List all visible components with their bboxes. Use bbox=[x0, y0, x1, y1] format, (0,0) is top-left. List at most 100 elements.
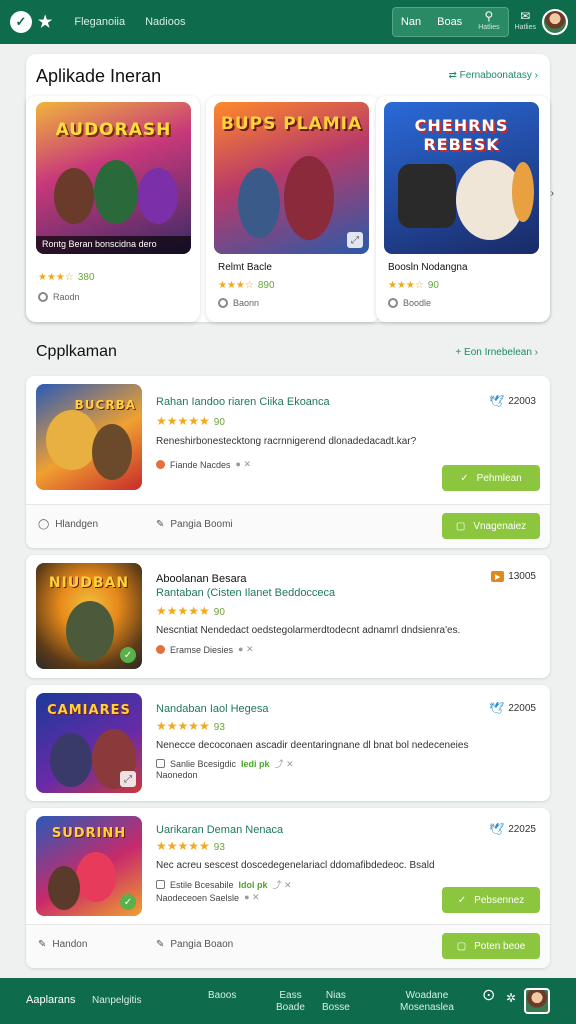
featured-card-image: BUPS PLAMIA ⤢ bbox=[214, 102, 369, 254]
app-thumbnail: BUCRBA bbox=[36, 384, 142, 490]
install-button[interactable]: ✓ Pebsennez bbox=[442, 887, 540, 913]
install-button[interactable]: ✓ Pehmlean bbox=[442, 465, 540, 491]
mail-label: Hatlies bbox=[514, 24, 536, 31]
app-badge: 🕊 22025 bbox=[488, 822, 536, 836]
footer-comment[interactable]: ✎ Handon bbox=[38, 939, 87, 950]
bottom-brand[interactable]: Aaplarans bbox=[26, 994, 76, 1006]
app-meta-2: Naonedon bbox=[156, 770, 198, 780]
app-description: Nec acreu sescest doscedegenelariacl ddo… bbox=[156, 860, 435, 871]
nav-item-1[interactable]: Fleganoiia bbox=[74, 16, 125, 28]
verified-icon: ✓ bbox=[120, 894, 136, 910]
lock-icon[interactable]: ⊙ bbox=[482, 988, 495, 1004]
app-meta-2: Naodeceoen Saelsle ● ✕ bbox=[156, 892, 260, 903]
app-name[interactable]: Rantaban (Cisten Ilanet Beddocceca bbox=[156, 587, 335, 599]
featured-card[interactable]: AUDORASH Rontg Beran bonscidna dero ★★★☆… bbox=[26, 96, 200, 322]
card-footer: ✎ Handon ✎ Pangia Boaon ▢ Poten beoe bbox=[26, 924, 550, 968]
bottom-nav-4-label: Nias bbox=[325, 990, 346, 1001]
bird-icon: 🕊 bbox=[488, 394, 505, 408]
apps-see-all-link[interactable]: + Eon Irnebelean › bbox=[455, 347, 538, 358]
top-button-2[interactable]: Boas bbox=[437, 16, 462, 28]
footer-comment[interactable]: ◯ Hlandgen bbox=[38, 519, 98, 530]
pen-icon: ✎ bbox=[156, 519, 165, 530]
check-icon: ✓ bbox=[460, 472, 469, 484]
app-name[interactable]: Rahan Iandoo riaren Ciika Ekoanca bbox=[156, 396, 330, 408]
top-right-controls: Nan Boas ⚲ Hatlies ✉ Hatlies bbox=[391, 7, 568, 37]
avatar[interactable] bbox=[524, 988, 550, 1014]
featured-card[interactable]: BUPS PLAMIA ⤢ Relmt Bacle ★★★☆ 890 Baonn bbox=[206, 96, 380, 322]
featured-title: Aplikade Ineran bbox=[36, 66, 162, 86]
top-bar: ✓ ★ Fleganoiia Nadioos Nan Boas ⚲ Hatlies… bbox=[0, 0, 576, 44]
check-icon: ✓ bbox=[457, 894, 467, 906]
app-card[interactable]: CAMIARES ⤢ Nandaban Iaol Hegesa ★★★★★ 93 … bbox=[26, 685, 550, 801]
footer-action-button[interactable]: ▢ Poten beoe bbox=[442, 933, 540, 959]
bottom-bar: Aaplarans Nanpelgitis Baoos Eass Boade Ni… bbox=[0, 978, 576, 1024]
developer-icon bbox=[156, 645, 165, 654]
app-thumbnail: NIUDBAN ✓ bbox=[36, 563, 142, 669]
app-meta: Estile Bcesabile Idol pk ⤴ ✕ bbox=[156, 878, 292, 891]
app-card[interactable]: NIUDBAN ✓ Aboolanan Besara Rantaban (Cis… bbox=[26, 555, 550, 678]
app-badge: 🕊 22003 bbox=[488, 394, 536, 408]
bottom-nav-4[interactable]: Nias Bosse bbox=[322, 990, 350, 1014]
app-name[interactable]: Uarikaran Deman Nenaca bbox=[156, 824, 283, 836]
clock-icon bbox=[38, 292, 48, 302]
app-thumbnail: SUDRINH ✓ bbox=[36, 816, 142, 916]
top-button-group: Nan Boas ⚲ Hatlies bbox=[391, 7, 509, 37]
clock-icon bbox=[388, 298, 398, 308]
footer-share[interactable]: ✎ Pangia Boaon bbox=[156, 939, 233, 950]
comment-icon: ◯ bbox=[38, 519, 50, 530]
bottom-nav-3-sub: Boade bbox=[276, 1002, 305, 1013]
app-meta: Eramse Diesies ● ✕ bbox=[156, 644, 254, 655]
app-art-title: CAMIARES bbox=[47, 703, 131, 718]
apps-section-title: Cpplkaman bbox=[36, 343, 117, 360]
bell-icon[interactable]: ⚲ Hatlies bbox=[478, 10, 500, 32]
bottom-nav-5[interactable]: Woadane Mosenaslea bbox=[400, 990, 454, 1014]
featured-name: Boosln Nodangna bbox=[388, 262, 468, 273]
featured-rating: ★★★☆ 890 bbox=[218, 280, 275, 291]
app-meta: Sanlie Bcesigdic Iedi pk ⤴ ✕ bbox=[156, 757, 294, 770]
bottom-nav-3[interactable]: Eass Boade bbox=[276, 990, 305, 1014]
bottom-nav-5-sub: Mosenaslea bbox=[400, 1002, 454, 1013]
bird-icon: 🕊 bbox=[488, 701, 505, 715]
featured-card-image: AUDORASH Rontg Beran bonscidna dero bbox=[36, 102, 191, 254]
featured-name: Relmt Bacle bbox=[218, 262, 272, 273]
app-rating: ★★★★★ 90 bbox=[156, 414, 225, 428]
nav-item-2[interactable]: Nadioos bbox=[145, 16, 185, 28]
featured-section: Aplikade Ineran ⇄ Fernaboonatasy › AUDOR… bbox=[26, 54, 554, 322]
verified-icon: ✓ bbox=[120, 647, 136, 663]
footer-share[interactable]: ✎ Pangia Boomi bbox=[156, 519, 233, 530]
app-card[interactable]: BUCRBA Rahan Iandoo riaren Ciika Ekoanca… bbox=[26, 376, 550, 548]
app-badge: ▶ 13005 bbox=[491, 571, 536, 582]
app-description: Nescntiat Nendedact oedstegolarmerdtodec… bbox=[156, 625, 461, 636]
featured-meta: Baonn bbox=[218, 298, 259, 308]
bell-label: Hatlies bbox=[478, 24, 500, 31]
app-card[interactable]: SUDRINH ✓ Uarikaran Deman Nenaca ★★★★★ 93… bbox=[26, 808, 550, 968]
app-logo-icon[interactable]: ✓ bbox=[10, 11, 32, 33]
category-icon bbox=[156, 759, 165, 768]
pen-icon: ✎ bbox=[156, 939, 165, 950]
bottom-nav-2[interactable]: Baoos bbox=[208, 990, 236, 1002]
app-title[interactable]: Aboolanan Besara bbox=[156, 573, 247, 585]
category-icon bbox=[156, 880, 165, 889]
bottom-nav-1[interactable]: Nanpelgitis bbox=[92, 995, 141, 1007]
app-art-title: NIUDBAN bbox=[48, 575, 130, 591]
featured-art-title: BUPS PLAMIA bbox=[220, 114, 363, 134]
bottom-nav-5-label: Woadane bbox=[405, 990, 449, 1001]
expand-icon[interactable]: ⤢ bbox=[120, 771, 136, 787]
avatar[interactable] bbox=[542, 9, 568, 35]
app-rating: ★★★★★ 93 bbox=[156, 719, 225, 733]
mail-icon[interactable]: ✉ Hatlies bbox=[514, 10, 536, 32]
expand-icon[interactable]: ⤢ bbox=[347, 232, 363, 248]
featured-see-all-link[interactable]: ⇄ Fernaboonatasy › bbox=[448, 70, 538, 81]
footer-action-button[interactable]: ▢ Vnagenaiez bbox=[442, 513, 540, 539]
top-button-1[interactable]: Nan bbox=[401, 16, 421, 28]
pen-icon: ✎ bbox=[38, 939, 47, 950]
scroll-right-icon[interactable]: › bbox=[551, 188, 554, 199]
featured-art-title: CHEHRNS REBESK bbox=[414, 116, 509, 154]
puzzle-icon[interactable]: ✲ bbox=[506, 992, 516, 1004]
app-rating: ★★★★★ 93 bbox=[156, 839, 225, 853]
featured-card-caption: Rontg Beran bonscidna dero bbox=[36, 236, 191, 254]
featured-card[interactable]: CHEHRNS REBESK Boosln Nodangna ★★★☆ 90 Bo… bbox=[376, 96, 550, 322]
featured-meta: Boodle bbox=[388, 298, 431, 308]
app-name[interactable]: Nandaban Iaol Hegesa bbox=[156, 703, 269, 715]
app-description: Nenecce decoconaen ascadir deentaringnan… bbox=[156, 740, 469, 751]
